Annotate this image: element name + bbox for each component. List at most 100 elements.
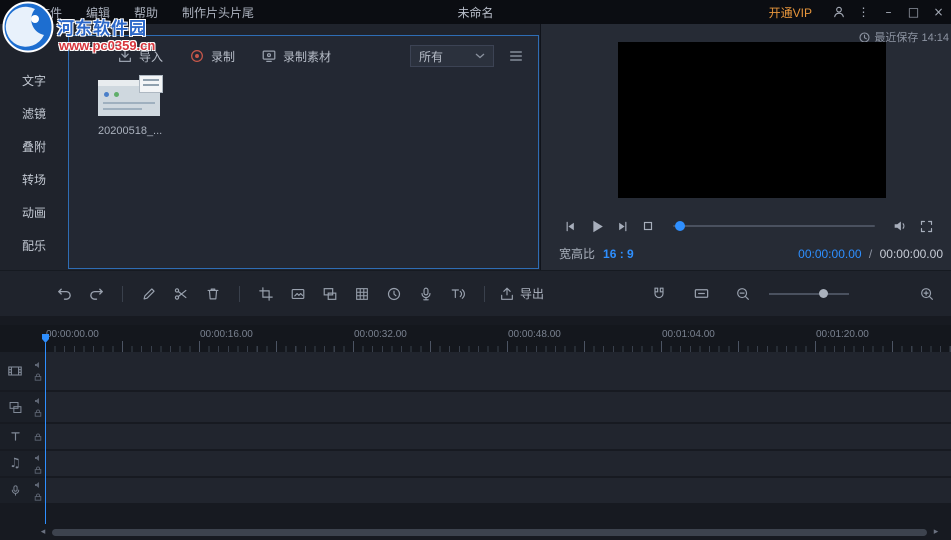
volume-button[interactable] (887, 213, 913, 239)
minimize-button[interactable]: – (876, 0, 901, 24)
play-button[interactable] (583, 213, 609, 239)
split-button[interactable] (165, 280, 197, 308)
more-menu-icon[interactable]: ⋮ (851, 0, 876, 24)
pip-track-icon (8, 400, 23, 415)
ruler-label: 00:00:16.00 (200, 329, 253, 340)
video-preview-canvas[interactable] (618, 42, 886, 198)
playhead[interactable] (45, 343, 46, 524)
mute-icon[interactable] (34, 481, 42, 489)
video-track-toggles (30, 352, 45, 390)
media-filter-dropdown[interactable]: 所有 (410, 45, 494, 67)
mute-icon[interactable] (34, 397, 42, 405)
pip-track-header[interactable] (0, 392, 30, 422)
music-track-lane[interactable] (45, 451, 951, 476)
import-label: 导入 (139, 48, 163, 65)
lock-icon[interactable] (34, 466, 42, 474)
redo-icon (88, 285, 105, 302)
fullscreen-button[interactable] (913, 213, 939, 239)
music-track-icon: ♫ (9, 457, 21, 470)
record-button[interactable]: 录制 (189, 48, 235, 65)
next-frame-icon (615, 219, 630, 234)
aspect-ratio-label: 宽高比 (559, 245, 595, 262)
edit-toolbar-left: 导出 (48, 280, 544, 308)
previous-frame-button[interactable] (557, 213, 583, 239)
text-to-speech-button[interactable] (442, 280, 474, 308)
media-toolbar: 导入 录制 录制素材 所有 (69, 36, 538, 76)
text-track (0, 424, 951, 449)
record-material-button[interactable]: 录制素材 (261, 48, 331, 65)
lock-icon[interactable] (34, 409, 42, 417)
seek-slider[interactable] (673, 225, 875, 227)
edit-clip-button[interactable] (133, 280, 165, 308)
sidebar-tab-text[interactable]: 文字 (0, 64, 68, 97)
pip-track-lane[interactable] (45, 392, 951, 422)
delete-button[interactable] (197, 280, 229, 308)
menu-help[interactable]: 帮助 (134, 4, 158, 21)
menu-file[interactable]: 文件 (38, 4, 62, 21)
video-track-lane[interactable] (45, 352, 951, 390)
next-frame-button[interactable] (609, 213, 635, 239)
vip-upgrade-button[interactable]: 开通VIP (769, 4, 812, 21)
list-view-toggle[interactable] (508, 48, 524, 64)
crop-button[interactable] (250, 280, 282, 308)
sidebar-tab-animation[interactable]: 动画 (0, 196, 68, 229)
media-item[interactable]: 20200518_... (98, 80, 168, 137)
mosaic-button[interactable] (346, 280, 378, 308)
menu-edit[interactable]: 编辑 (86, 4, 110, 21)
timeline-zoom-handle[interactable] (819, 289, 828, 298)
sidebar-tab-transition[interactable]: 转场 (0, 163, 68, 196)
aspect-ratio-value[interactable]: 16 : 9 (603, 247, 634, 261)
mute-icon[interactable] (34, 454, 42, 462)
scroll-right-button[interactable]: ▸ (931, 527, 941, 538)
menu-bar: 文件 编辑 帮助 制作片头片尾 (38, 4, 278, 21)
project-title: 未命名 (457, 4, 493, 21)
mute-icon[interactable] (34, 361, 42, 369)
fit-timeline-button[interactable] (685, 280, 717, 308)
voiceover-track-header[interactable] (0, 478, 30, 503)
menu-intro-outro[interactable]: 制作片头片尾 (182, 4, 254, 21)
preview-info-row: 宽高比 16 : 9 00:00:00.00 / 00:00:00.00 (559, 245, 943, 262)
voiceover-track-lane[interactable] (45, 478, 951, 503)
pip-button[interactable] (314, 280, 346, 308)
video-track-header[interactable] (0, 352, 30, 390)
export-button[interactable]: 导出 (499, 285, 544, 302)
titlebar: 文件 编辑 帮助 制作片头片尾 未命名 开通VIP ⋮ – □ × (0, 0, 951, 24)
undo-button[interactable] (48, 280, 80, 308)
stop-icon (641, 219, 655, 233)
maximize-button[interactable]: □ (901, 0, 926, 24)
timeline-zoom-slider[interactable] (769, 293, 849, 295)
freeze-frame-button[interactable] (282, 280, 314, 308)
scrollbar-thumb[interactable] (52, 529, 927, 536)
sidebar-tab-filter[interactable]: 滤镜 (0, 97, 68, 130)
import-button[interactable]: 导入 (117, 48, 163, 65)
toolbar-divider (122, 286, 123, 302)
sidebar-tab-music[interactable]: 配乐 (0, 229, 68, 262)
media-filter-selected: 所有 (419, 48, 443, 65)
ruler-label: 00:00:00.00 (46, 329, 99, 340)
timeline-zoom-in-button[interactable] (911, 280, 943, 308)
close-button[interactable]: × (926, 0, 951, 24)
snap-toggle-button[interactable] (643, 280, 675, 308)
stop-button[interactable] (635, 213, 661, 239)
timeline-ruler[interactable]: 00:00:00.00 00:00:16.00 00:00:32.00 00:0… (0, 325, 951, 352)
account-icon[interactable] (826, 0, 851, 24)
duration-button[interactable] (378, 280, 410, 308)
ruler-label: 00:01:04.00 (662, 329, 715, 340)
voiceover-button[interactable] (410, 280, 442, 308)
text-track-header[interactable] (0, 424, 30, 449)
scroll-left-button[interactable]: ◂ (38, 527, 48, 538)
redo-button[interactable] (80, 280, 112, 308)
timeline-tracks: ♫ (0, 352, 951, 505)
lock-icon[interactable] (34, 373, 42, 381)
music-track-header[interactable]: ♫ (0, 451, 30, 476)
seek-handle[interactable] (675, 221, 685, 231)
timeline-zoom-out-button[interactable] (727, 280, 759, 308)
text-track-lane[interactable] (45, 424, 951, 449)
lock-icon[interactable] (34, 433, 42, 441)
magnet-icon (651, 286, 667, 302)
resource-sidebar: 文字 滤镜 叠附 转场 动画 配乐 (0, 64, 68, 262)
sidebar-tab-overlay[interactable]: 叠附 (0, 130, 68, 163)
media-thumbnail[interactable] (98, 80, 160, 116)
list-view-icon (508, 48, 524, 64)
lock-icon[interactable] (34, 493, 42, 501)
